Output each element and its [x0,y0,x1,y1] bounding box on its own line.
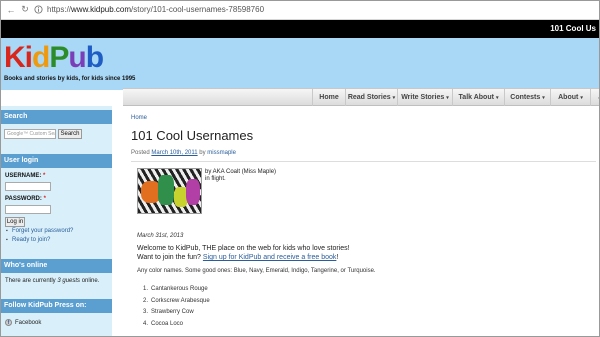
nav-item-label: Talk About [458,94,494,101]
story-date: March 31st, 2013 [137,233,184,239]
search-button[interactable]: Search [58,129,82,139]
author-link[interactable]: missmaple [207,150,236,156]
list-text: Strawberry Cow [151,309,194,315]
info-icon[interactable] [34,5,43,14]
nav-item-home[interactable]: Home [312,89,345,106]
nav-item-label: About [558,94,579,101]
list-item: 4. Cocoa Loco [143,321,210,333]
password-field[interactable] [5,205,51,214]
password-label: PASSWORD: * [5,196,46,202]
url-host: www.kidpub.com [71,5,132,14]
online-block-title: Who's online [0,259,112,273]
nav-item-label: Home [319,94,339,101]
online-text-post: online. [80,278,100,284]
login-block-title: User login [0,154,112,168]
list-item: 1. Cantankerous Rouge [143,286,210,298]
logo-letter: d [32,41,50,74]
chevron-down-icon: ▾ [495,95,499,101]
welcome-text: Welcome to KidPub, THE place on the web … [137,244,350,262]
posted-by: by [197,150,208,156]
reload-icon[interactable]: ↻ [20,4,30,15]
kidpub-logo[interactable]: KidPub [4,41,104,74]
nav-item-read-stories[interactable]: Read Stories ▾ [345,89,397,106]
facebook-icon: f [5,319,12,326]
list-text: Cantankerous Rouge [151,286,208,292]
search-block-title: Search [0,110,112,124]
colors-paragraph: Any color names. Some good ones: Blue, N… [137,268,376,274]
posted-label: Posted [131,150,152,156]
welcome-line: Welcome to KidPub, THE place on the web … [137,245,350,252]
page-title: 101 Cool Usernames [131,128,254,143]
left-sidebar: Search Google™ Custom Sea Search User lo… [0,106,112,337]
site-tagline: Books and stories by kids, for kids sinc… [4,76,136,82]
nav-item-label: Write Stories [401,94,445,101]
browser-url-bar: ← ↻ https://www.kidpub.com/story/101-coo… [0,0,600,20]
story-image[interactable] [137,168,202,214]
nav-item-about[interactable]: About ▾ [550,89,590,106]
author-info: by AKA Coalt (Miss Maple) in flight. [205,169,276,183]
url-path: /story/101-cool-usernames-78598760 [131,5,265,14]
author-location: in flight. [205,176,226,182]
site-header: KidPub Books and stories by kids, for ki… [0,38,600,90]
list-item: 2. Corkscrew Arabesque [143,298,210,310]
image-shape [158,175,174,205]
main-nav: Home Read Stories ▾ Write Stories ▾ Talk Abou… [123,88,600,106]
signup-post: ! [336,254,339,261]
forgot-password-link[interactable]: Forget your password? [6,228,73,234]
required-mark: * [43,173,46,179]
list-number: 1. [143,286,149,292]
logo-letter: i [24,41,33,74]
top-strip-title: 101 Cool Us [550,24,596,33]
chevron-down-icon: ▾ [580,95,583,101]
join-link[interactable]: Ready to join? [6,237,50,243]
chevron-down-icon: ▾ [542,95,545,101]
nav-item-contests[interactable]: Contests ▾ [504,89,550,106]
chevron-down-icon: ▾ [446,95,449,101]
username-label-text: USERNAME: [5,173,42,179]
nav-item-write-stories[interactable]: Write Stories ▾ [397,89,452,106]
follow-block-title: Follow KidPub Press on: [0,299,112,313]
main-content: Home 101 Cool Usernames Posted March 10t… [123,106,600,337]
list-number: 2. [143,297,149,304]
list-number: 3. [143,309,149,315]
username-label: USERNAME: * [5,173,45,179]
password-label-text: PASSWORD: [5,196,42,202]
username-field[interactable] [5,182,51,191]
logo-letter: P [49,41,69,74]
online-guests: 3 guests [57,278,81,284]
facebook-link[interactable]: f Facebook [5,319,41,326]
list-item: 3. Strawberry Cow [143,309,210,321]
list-text: Corkscrew Arabesque [151,297,210,304]
address-field[interactable]: https://www.kidpub.com/story/101-cool-us… [47,5,264,14]
nav-item-label: Read Stories [347,94,391,101]
back-icon[interactable]: ← [6,5,16,15]
search-input[interactable]: Google™ Custom Sea [4,129,56,139]
posted-date: March 10th, 2011 [151,150,198,156]
online-status: There are currently 3 guests online. [5,278,99,284]
top-strip: 101 Cool Us [0,20,600,38]
divider [131,161,596,162]
list-text: Cocoa Loco [151,320,184,327]
required-mark: * [43,196,46,202]
url-scheme: https:// [47,5,72,14]
login-button[interactable]: Log in [5,217,25,227]
username-list: 1. Cantankerous Rouge 2. Corkscrew Arabesqu… [143,286,210,332]
nav-item-talk-about[interactable]: Talk About ▾ [452,89,504,106]
post-meta: Posted March 10th, 2011 by missmaple [131,150,236,156]
author-name: by AKA Coalt (Miss Maple) [205,169,277,175]
nav-item-join[interactable]: Join [590,89,600,106]
signup-line: Want to join the fun? Sign up for KidPub… [137,253,350,262]
breadcrumb[interactable]: Home [131,115,147,121]
facebook-label: Facebook [15,319,42,326]
signup-pre: Want to join the fun? [137,254,203,261]
list-number: 4. [143,320,149,327]
chevron-down-icon: ▾ [392,95,396,101]
signup-link[interactable]: Sign up for KidPub and receive a free bo… [203,254,336,261]
nav-item-label: Contests [510,94,541,101]
logo-letter: u [68,41,86,74]
online-text-pre: There are currently [5,278,58,284]
logo-letter: b [85,41,104,74]
logo-letter: K [4,41,26,74]
image-shape [186,179,200,205]
